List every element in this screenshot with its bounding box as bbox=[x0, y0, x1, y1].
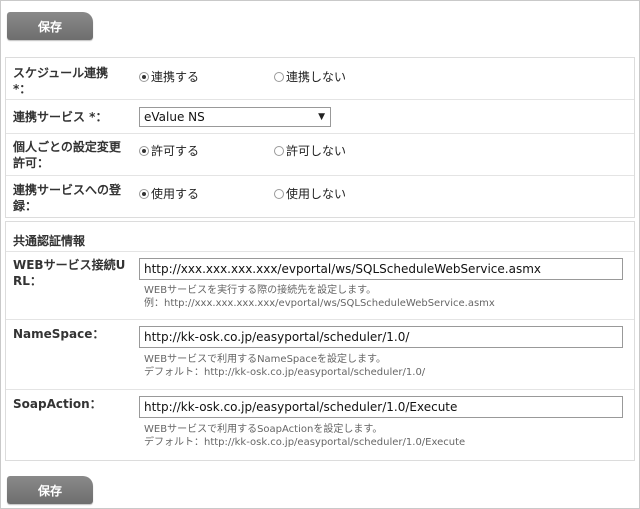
web-url-input[interactable] bbox=[139, 258, 623, 280]
personal-change-label: 個人ごとの設定変更 許可： bbox=[13, 140, 121, 170]
radio-unchecked-icon bbox=[274, 188, 284, 199]
soapaction-input[interactable] bbox=[139, 396, 623, 418]
personal-change-allow-radio[interactable]: 許可する bbox=[139, 142, 199, 159]
link-settings-panel: スケジュール連携 *： 連携する 連携しない 連携サービス *： eValue … bbox=[5, 57, 635, 218]
settings-page: 保存 スケジュール連携 *： 連携する 連携しない 連携サービス *： eVal… bbox=[0, 0, 640, 509]
link-service-row: 連携サービス *： eValue NS ▼ bbox=[6, 100, 634, 134]
schedule-link-off-radio[interactable]: 連携しない bbox=[274, 68, 346, 85]
schedule-link-label: スケジュール連携 *： bbox=[13, 66, 109, 96]
chevron-down-icon: ▼ bbox=[318, 112, 325, 122]
web-url-label: WEBサービス接続U RL： bbox=[13, 258, 126, 288]
web-url-help: WEBサービスを実行する際の接続先を設定します。 例：http://xxx.xx… bbox=[144, 285, 495, 309]
link-service-select[interactable]: eValue NS ▼ bbox=[139, 107, 331, 127]
auth-info-panel: 共通認証情報 WEBサービス接続U RL： WEBサービスを実行する際の接続先を… bbox=[5, 221, 635, 461]
radio-checked-icon bbox=[139, 145, 149, 156]
radio-checked-icon bbox=[139, 71, 149, 82]
soapaction-row: SoapAction： WEBサービスで利用するSoapActionを設定します… bbox=[6, 390, 634, 462]
link-service-label: 連携サービス *： bbox=[13, 110, 108, 124]
namespace-help: WEBサービスで利用するNameSpaceを設定します。 デフォルト：http:… bbox=[144, 354, 426, 378]
soapaction-help: WEBサービスで利用するSoapActionを設定します。 デフォルト：http… bbox=[144, 424, 466, 448]
personal-change-row: 個人ごとの設定変更 許可： 許可する 許可しない bbox=[6, 134, 634, 176]
service-register-nouse-radio[interactable]: 使用しない bbox=[274, 185, 346, 202]
auth-section-header: 共通認証情報 bbox=[6, 222, 634, 252]
save-button-top[interactable]: 保存 bbox=[7, 12, 93, 40]
soapaction-label: SoapAction： bbox=[13, 397, 102, 411]
service-register-label: 連携サービスへの登 録： bbox=[13, 183, 122, 213]
personal-change-deny-radio[interactable]: 許可しない bbox=[274, 142, 346, 159]
radio-unchecked-icon bbox=[274, 71, 284, 82]
radio-unchecked-icon bbox=[274, 145, 284, 156]
schedule-link-row: スケジュール連携 *： 連携する 連携しない bbox=[6, 58, 634, 100]
schedule-link-on-radio[interactable]: 連携する bbox=[139, 68, 199, 85]
service-register-row: 連携サービスへの登 録： 使用する 使用しない bbox=[6, 176, 634, 219]
namespace-row: NameSpace： WEBサービスで利用するNameSpaceを設定します。 … bbox=[6, 320, 634, 390]
namespace-label: NameSpace： bbox=[13, 327, 105, 341]
web-url-row: WEBサービス接続U RL： WEBサービスを実行する際の接続先を設定します。 … bbox=[6, 252, 634, 320]
save-button-bottom[interactable]: 保存 bbox=[7, 476, 93, 504]
auth-section-title: 共通認証情報 bbox=[13, 234, 86, 248]
namespace-input[interactable] bbox=[139, 326, 623, 348]
radio-checked-icon bbox=[139, 188, 149, 199]
service-register-use-radio[interactable]: 使用する bbox=[139, 185, 199, 202]
